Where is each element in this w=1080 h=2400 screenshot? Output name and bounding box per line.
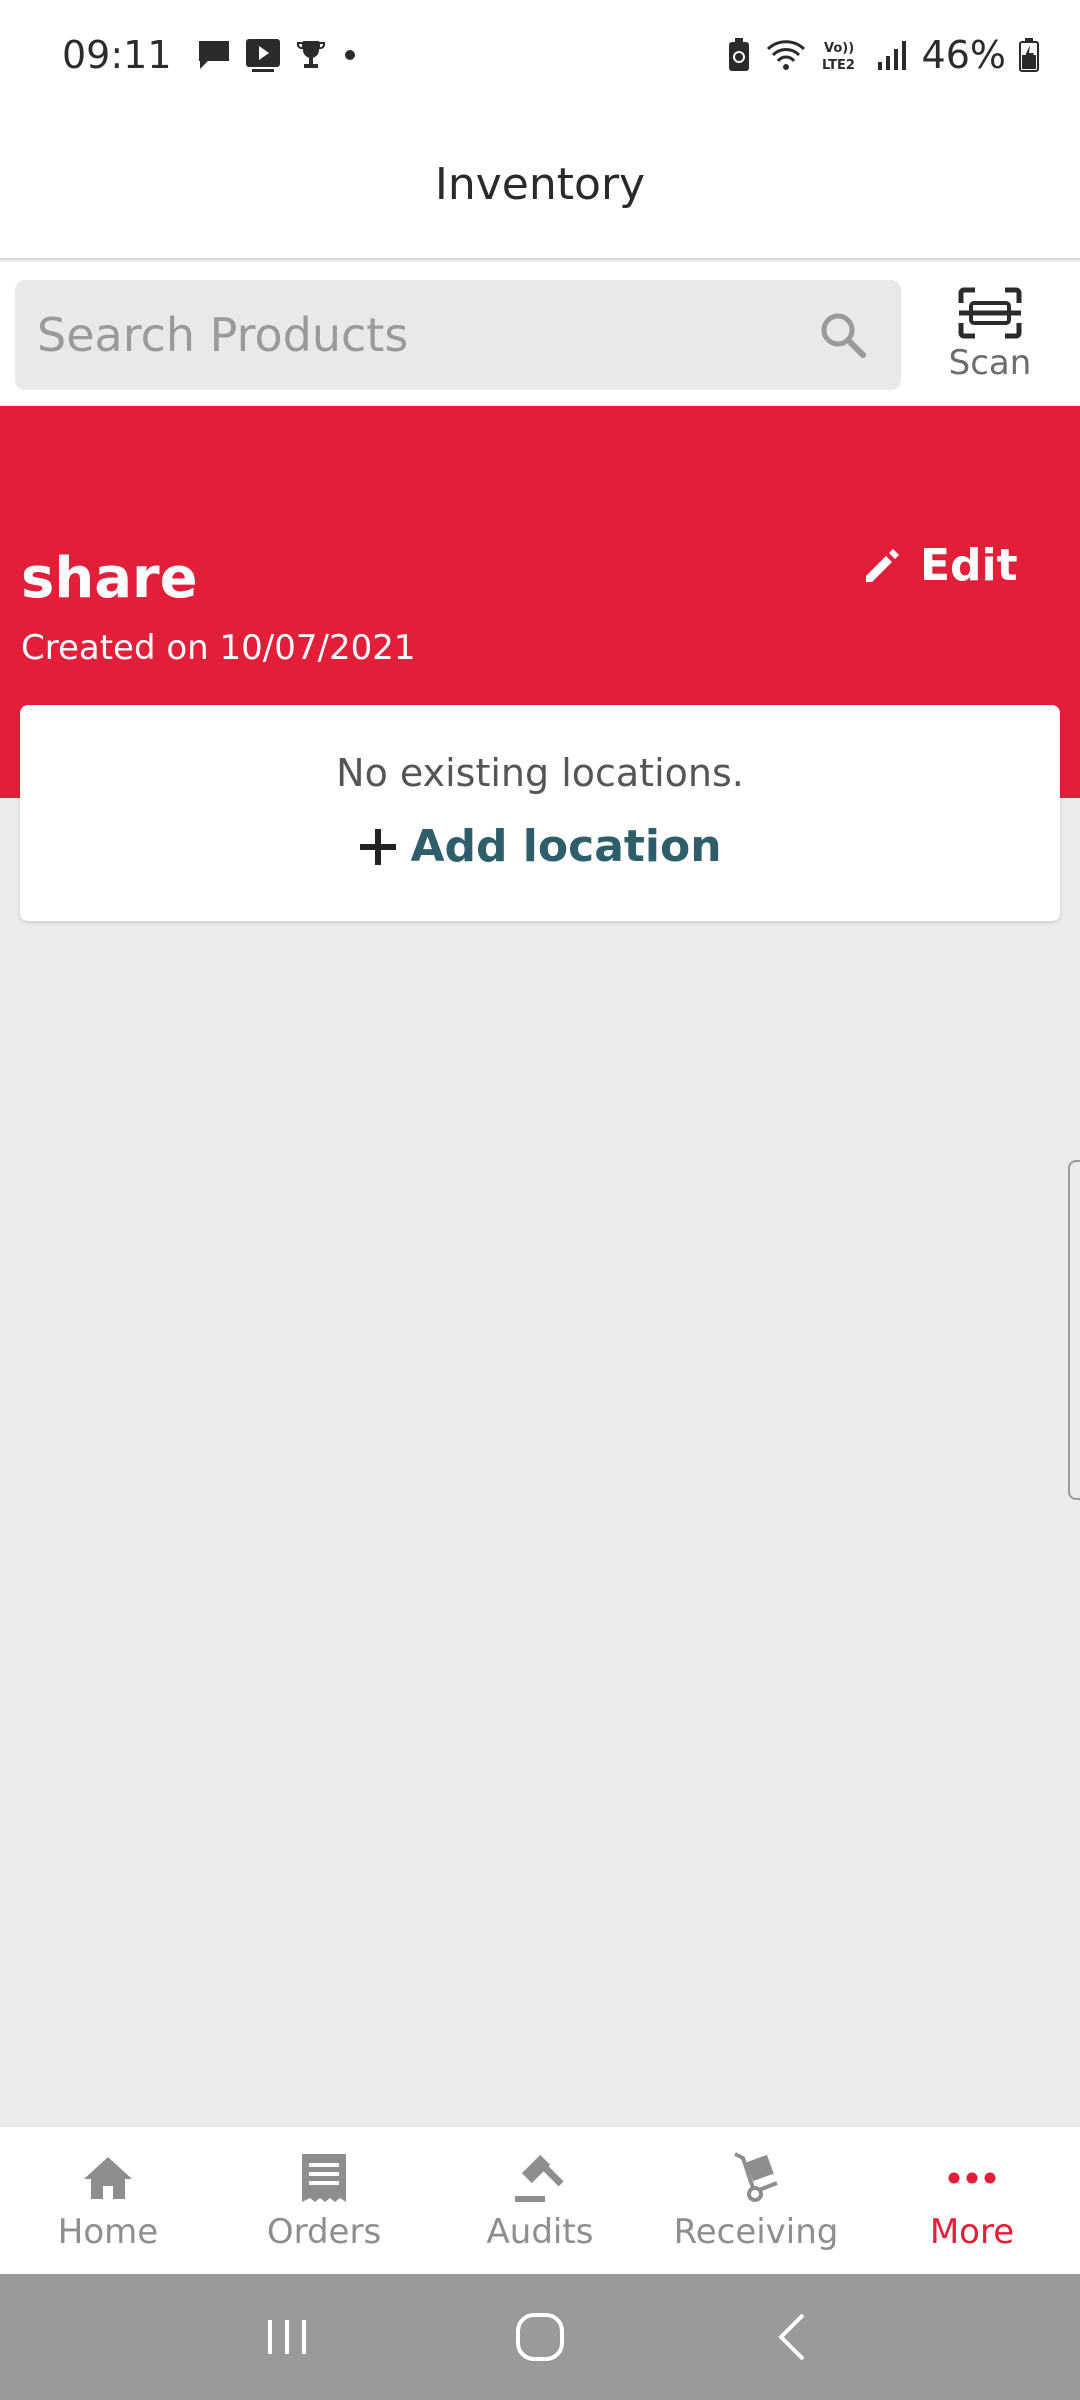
nav-label-audits: Audits <box>486 2211 594 2252</box>
locations-card: No existing locations. Add location <box>20 705 1060 921</box>
scan-label: Scan <box>948 343 1032 383</box>
edge-panel-handle[interactable] <box>1068 1160 1080 1500</box>
search-input[interactable] <box>37 308 815 362</box>
status-time: 09:11 <box>62 33 172 77</box>
signal-icon <box>876 38 910 72</box>
more-icon <box>942 2150 1002 2206</box>
empty-locations-text: No existing locations. <box>336 751 744 795</box>
trophy-icon <box>294 38 328 72</box>
status-bar: 09:11 Vo)) LTE2 46% <box>0 0 1080 110</box>
message-icon <box>196 38 232 72</box>
app-bar: Inventory <box>0 110 1080 260</box>
inventory-screen: 09:11 Vo)) LTE2 46% Inventory Search Pro… <box>0 0 1080 2400</box>
volte-icon: Vo)) LTE2 <box>820 37 864 73</box>
plus-icon <box>360 828 397 865</box>
system-nav-bar <box>0 2274 1080 2400</box>
search-box[interactable] <box>15 280 901 390</box>
edit-button[interactable]: Edit <box>862 540 1018 591</box>
battery-icon <box>1018 37 1040 73</box>
status-right: Vo)) LTE2 46% <box>726 33 1040 77</box>
scan-icon <box>958 287 1022 339</box>
svg-text:LTE2: LTE2 <box>822 58 855 73</box>
bottom-nav: Home Orders Audits Receiving More <box>0 2126 1080 2274</box>
svg-text:Vo)): Vo)) <box>824 41 854 56</box>
search-icon[interactable] <box>815 307 871 363</box>
nav-item-orders[interactable]: Orders <box>216 2127 432 2274</box>
home-icon <box>78 2150 138 2206</box>
media-icon <box>244 37 282 73</box>
edit-label: Edit <box>920 540 1018 591</box>
pencil-icon <box>866 548 899 582</box>
battery-percent: 46% <box>921 33 1006 77</box>
back-button[interactable] <box>748 2292 838 2382</box>
add-location-label: Add location <box>410 821 722 872</box>
recent-apps-icon <box>267 2320 306 2354</box>
back-icon <box>778 2313 805 2361</box>
search-row: Scan <box>0 262 1080 406</box>
orders-icon <box>294 2150 354 2206</box>
recent-apps-button[interactable] <box>242 2292 332 2382</box>
page-title: Inventory <box>434 158 646 210</box>
scan-button[interactable]: Scan <box>930 280 1050 390</box>
add-location-button[interactable]: Add location <box>20 821 1060 872</box>
nav-item-more[interactable]: More <box>864 2127 1080 2274</box>
item-created-date: Created on 10/07/2021 <box>21 628 416 668</box>
audits-icon <box>510 2150 570 2206</box>
wifi-icon <box>764 37 808 73</box>
nav-label-home: Home <box>57 2211 159 2252</box>
nav-label-orders: Orders <box>266 2211 382 2252</box>
home-circle-icon <box>515 2313 564 2361</box>
item-name: share <box>21 546 198 611</box>
nav-item-receiving[interactable]: Receiving <box>648 2127 864 2274</box>
nav-label-more: More <box>929 2211 1015 2252</box>
status-left: 09:11 <box>62 33 360 77</box>
home-system-button[interactable] <box>495 2292 585 2382</box>
nav-item-audits[interactable]: Audits <box>432 2127 648 2274</box>
receiving-icon <box>726 2150 786 2206</box>
battery-saver-icon <box>726 37 752 73</box>
dot-icon <box>340 45 360 65</box>
nav-item-home[interactable]: Home <box>0 2127 216 2274</box>
nav-label-receiving: Receiving <box>673 2211 839 2252</box>
